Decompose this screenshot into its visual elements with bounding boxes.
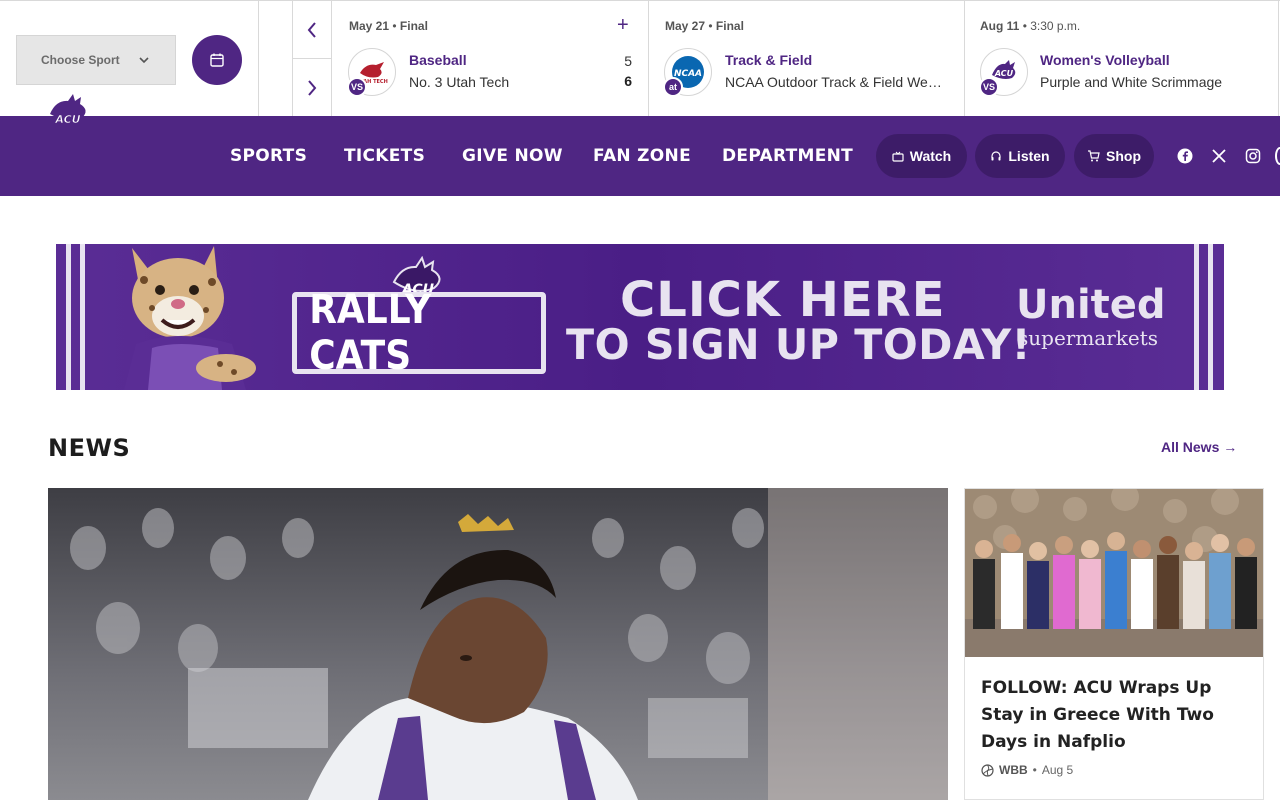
banner-cta-line2: TO SIGN UP TODAY! — [566, 320, 1031, 369]
game-sport: Baseball — [409, 52, 467, 68]
listen-label: Listen — [1008, 148, 1050, 164]
facebook-icon[interactable] — [1177, 148, 1193, 164]
sponsor-name: United — [1016, 282, 1166, 328]
news-heading: NEWS — [48, 434, 131, 462]
nav-tickets[interactable]: TICKETS — [344, 146, 425, 166]
choose-sport-dropdown[interactable]: Choose Sport — [16, 35, 176, 85]
svg-text:ACU: ACU — [994, 69, 1014, 78]
watch-label: Watch — [909, 148, 952, 164]
nav-fan-zone[interactable]: FAN ZONE — [593, 146, 691, 166]
game-score-opponent: 6 — [624, 73, 632, 89]
x-icon[interactable] — [1211, 148, 1227, 164]
chevron-left-icon — [307, 21, 316, 38]
team-group-photo — [965, 489, 1263, 657]
expand-plus-icon[interactable]: + — [617, 15, 629, 35]
home-away-badge: VS — [347, 77, 367, 97]
opponent-logo: NCAA at — [663, 48, 712, 97]
game-card-track-field[interactable]: May 27 • Final NCAA at Track & Field NCA… — [648, 1, 964, 117]
game-sport: Women's Volleyball — [1040, 52, 1170, 68]
rally-cats-logo: RALLY CATS — [292, 287, 546, 379]
game-date-status: Aug 11 • 3:30 p.m. — [980, 19, 1081, 33]
news-card[interactable]: FOLLOW: ACU Wraps Up Stay in Greece With… — [964, 488, 1264, 800]
opponent-logo: ACU VS — [979, 48, 1028, 97]
home-away-badge: VS — [979, 77, 999, 97]
chevron-down-icon — [139, 57, 149, 64]
listen-button[interactable]: Listen — [975, 134, 1065, 178]
divider — [258, 1, 259, 117]
game-sport: Track & Field — [725, 52, 813, 68]
all-news-link[interactable]: All News → — [1161, 439, 1237, 455]
basketball-player-photo — [48, 488, 948, 800]
watch-button[interactable]: Watch — [876, 134, 967, 178]
meta-separator: • — [1032, 763, 1037, 777]
game-opponent: No. 3 Utah Tech — [409, 74, 510, 90]
wildcat-mascot-image — [124, 246, 256, 390]
home-away-badge: at — [663, 77, 683, 97]
banner-stripe — [66, 244, 71, 390]
banner-stripe — [1194, 244, 1199, 390]
news-card-title[interactable]: FOLLOW: ACU Wraps Up Stay in Greece With… — [981, 675, 1251, 756]
nav-sports[interactable]: SPORTS — [230, 146, 307, 166]
game-opponent: NCAA Outdoor Track & Field Wes... — [725, 74, 945, 90]
nav-give-now[interactable]: GIVE NOW — [462, 146, 563, 166]
shop-button[interactable]: Shop — [1074, 134, 1154, 178]
game-date-status: May 27 • Final — [665, 19, 744, 33]
headphones-icon — [991, 151, 1001, 161]
opponent-logo: UTAH TECH VS — [347, 48, 396, 97]
game-card-womens-volleyball[interactable]: Aug 11 • 3:30 p.m. ACU VS Women's Volley… — [964, 1, 1280, 117]
calendar-button[interactable] — [192, 35, 242, 85]
calendar-icon — [210, 53, 224, 67]
volleyball-icon — [981, 763, 994, 777]
main-navigation: SPORTS TICKETS GIVE NOW FAN ZONE DEPARTM… — [0, 116, 1280, 196]
nav-department[interactable]: DEPARTMENT — [722, 146, 853, 166]
rally-cats-banner[interactable]: ACU RALLY CATS CLICK HERE TO SIGN UP TOD… — [56, 244, 1224, 390]
featured-story-image[interactable] — [48, 488, 948, 800]
banner-stripe — [1208, 244, 1213, 390]
svg-text:ACU: ACU — [54, 113, 80, 126]
chevron-right-icon — [308, 80, 317, 96]
news-card-date: Aug 5 — [1041, 763, 1074, 777]
social-overflow-icon[interactable] — [1275, 147, 1280, 165]
scoreboard-prev-button[interactable] — [292, 1, 332, 59]
acu-logo-icon[interactable]: ACU — [46, 92, 94, 130]
choose-sport-label: Choose Sport — [41, 53, 120, 67]
news-card-sport: WBB — [999, 763, 1028, 777]
rally-cats-text: RALLY CATS — [309, 287, 432, 379]
cart-icon — [1088, 150, 1100, 162]
game-score-acu: 5 — [624, 53, 632, 69]
shop-label: Shop — [1106, 148, 1141, 164]
divider — [1278, 1, 1279, 117]
banner-stripe — [80, 244, 85, 390]
scoreboard-next-button[interactable] — [292, 59, 332, 117]
instagram-icon[interactable] — [1245, 148, 1261, 164]
game-date-status: May 21 • Final — [349, 19, 428, 33]
game-card-baseball[interactable]: May 21 • Final + UTAH TECH VS Baseball N… — [332, 1, 648, 117]
scoreboard: Choose Sport May 21 • Final + UTAH TECH … — [0, 0, 1280, 117]
sponsor-subtitle: supermarkets — [1018, 326, 1159, 350]
game-opponent: Purple and White Scrimmage — [1040, 74, 1223, 90]
news-card-photo — [965, 489, 1263, 657]
tv-icon — [892, 151, 904, 162]
news-card-meta: WBB • Aug 5 — [981, 763, 1073, 777]
